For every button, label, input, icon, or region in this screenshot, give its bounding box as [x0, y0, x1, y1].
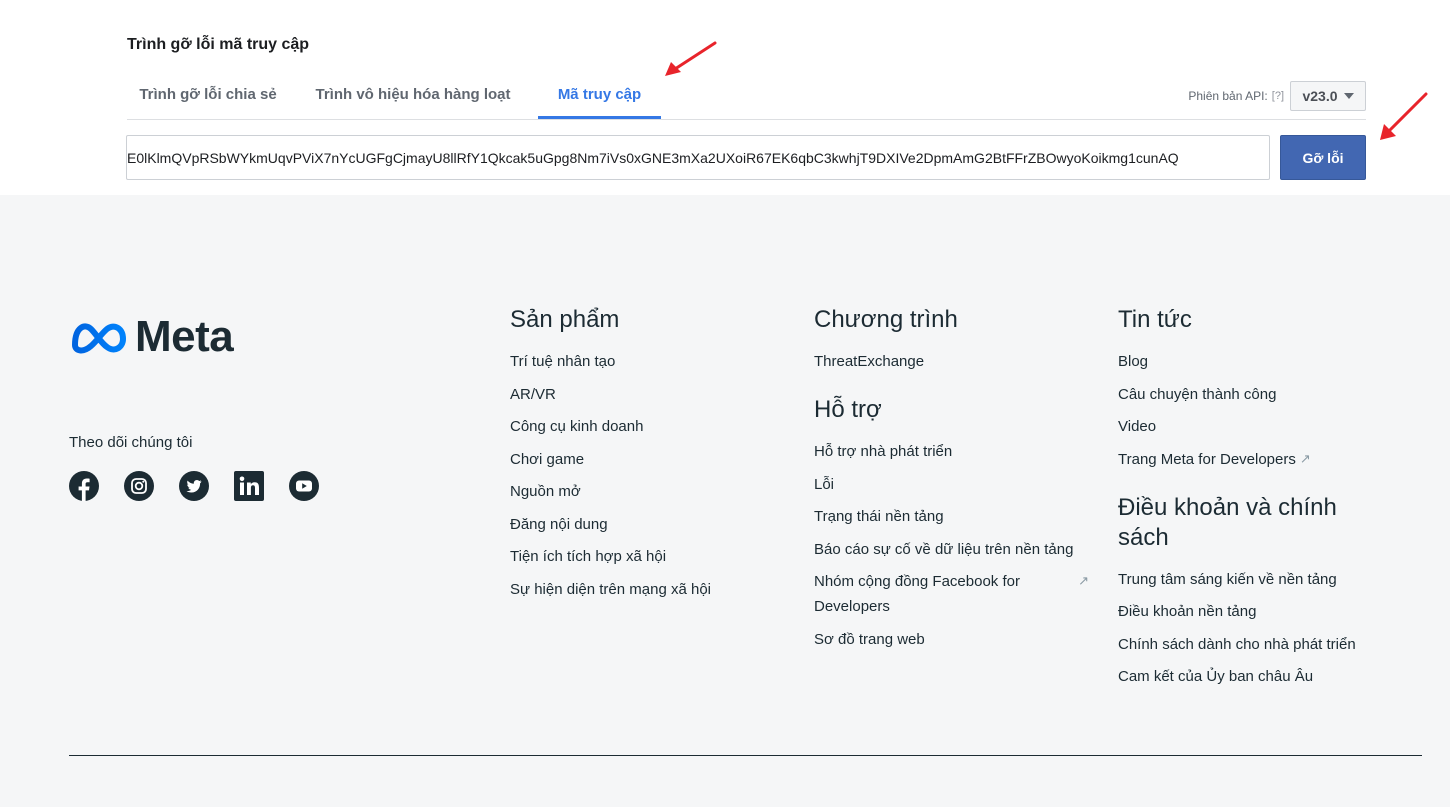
footer-link[interactable]: Câu chuyện thành công: [1118, 382, 1408, 407]
tab-bar: Trình gỡ lỗi chia sẻ Trình vô hiệu hóa h…: [127, 74, 1366, 120]
support-heading: Hỗ trợ: [814, 396, 882, 423]
follow-us-label: Theo dõi chúng tôi: [69, 434, 193, 451]
programs-heading: Chương trình: [814, 306, 958, 333]
footer-link[interactable]: Video: [1118, 414, 1408, 439]
footer-link[interactable]: AR/VR: [510, 382, 711, 407]
linkedin-icon[interactable]: [234, 471, 264, 501]
footer-link[interactable]: Sơ đồ trang web: [814, 627, 1089, 652]
footer-link[interactable]: Chính sách dành cho nhà phát triển: [1118, 632, 1408, 657]
footer-link[interactable]: Trung tâm sáng kiến về nền tảng: [1118, 567, 1408, 592]
products-heading: Sản phẩm: [510, 306, 620, 333]
footer-link[interactable]: Đăng nội dung: [510, 512, 711, 537]
access-token-input[interactable]: [126, 135, 1270, 180]
news-heading: Tin tức: [1118, 306, 1192, 333]
footer-link[interactable]: Tiện ích tích hợp xã hội: [510, 544, 711, 569]
footer-link[interactable]: Báo cáo sự cố về dữ liệu trên nền tảng: [814, 537, 1089, 562]
social-links: [69, 471, 344, 501]
instagram-icon[interactable]: [124, 471, 154, 501]
api-version-value: v23.0: [1302, 88, 1338, 104]
terms-heading: Điều khoản và chính sách: [1118, 493, 1337, 551]
footer-link[interactable]: Blog: [1118, 349, 1408, 374]
external-link-icon: ↗: [1078, 573, 1089, 588]
footer-link[interactable]: Chơi game: [510, 447, 711, 472]
footer-link[interactable]: Cam kết của Ủy ban châu Âu: [1118, 664, 1408, 689]
footer-column-products: Sản phẩm Trí tuệ nhân tạo AR/VR Công cụ …: [510, 305, 711, 602]
api-version-select[interactable]: v23.0: [1290, 81, 1366, 111]
footer-link[interactable]: Hỗ trợ nhà phát triển: [814, 439, 1089, 464]
api-version-label: Phiên bản API:: [1188, 89, 1268, 103]
footer-link[interactable]: Sự hiện diện trên mạng xã hội: [510, 577, 711, 602]
tab-access-token[interactable]: Mã truy cập: [538, 74, 661, 119]
footer-link[interactable]: Công cụ kinh doanh: [510, 414, 711, 439]
tab-batch-invalidator[interactable]: Trình vô hiệu hóa hàng loạt: [307, 74, 519, 119]
youtube-icon[interactable]: [289, 471, 319, 501]
footer-column-news: Tin tức Blog Câu chuyện thành công Video…: [1118, 305, 1408, 689]
meta-logo[interactable]: Meta: [69, 312, 234, 362]
debug-button[interactable]: Gỡ lỗi: [1280, 135, 1366, 180]
caret-down-icon: [1343, 93, 1354, 99]
footer-link[interactable]: Điều khoản nền tảng: [1118, 599, 1408, 624]
meta-infinity-logo-icon: [72, 323, 126, 354]
footer-link[interactable]: Lỗi: [814, 472, 1089, 497]
twitter-icon[interactable]: [179, 471, 209, 501]
meta-wordmark: Meta: [135, 312, 234, 361]
access-token-debugger-panel: Trình gỡ lỗi mã truy cập Trình gỡ lỗi ch…: [0, 0, 1450, 195]
footer-link[interactable]: Trí tuệ nhân tạo: [510, 349, 711, 374]
annotation-arrow-button: [1380, 92, 1428, 140]
footer-divider: [69, 755, 1422, 756]
api-version-control: Phiên bản API: [?] v23.0: [1188, 81, 1366, 111]
footer-link[interactable]: Nguồn mở: [510, 479, 711, 504]
page-title: Trình gỡ lỗi mã truy cập: [127, 36, 310, 53]
footer-link[interactable]: Trang Meta for Developers: [1118, 447, 1296, 472]
annotation-arrow-tab: [665, 41, 717, 76]
facebook-icon[interactable]: [69, 471, 99, 501]
help-icon[interactable]: [?]: [1272, 90, 1284, 102]
footer-column-programs: Chương trình ThreatExchange Hỗ trợ Hỗ tr…: [814, 305, 1089, 652]
footer-link[interactable]: Trạng thái nền tảng: [814, 504, 1089, 529]
footer-link[interactable]: ThreatExchange: [814, 349, 1089, 374]
external-link-icon: ↗: [1299, 451, 1311, 466]
footer-link[interactable]: Nhóm cộng đồng Facebook for Developers: [814, 569, 1044, 619]
tab-sharing-debugger[interactable]: Trình gỡ lỗi chia sẻ: [127, 74, 289, 119]
